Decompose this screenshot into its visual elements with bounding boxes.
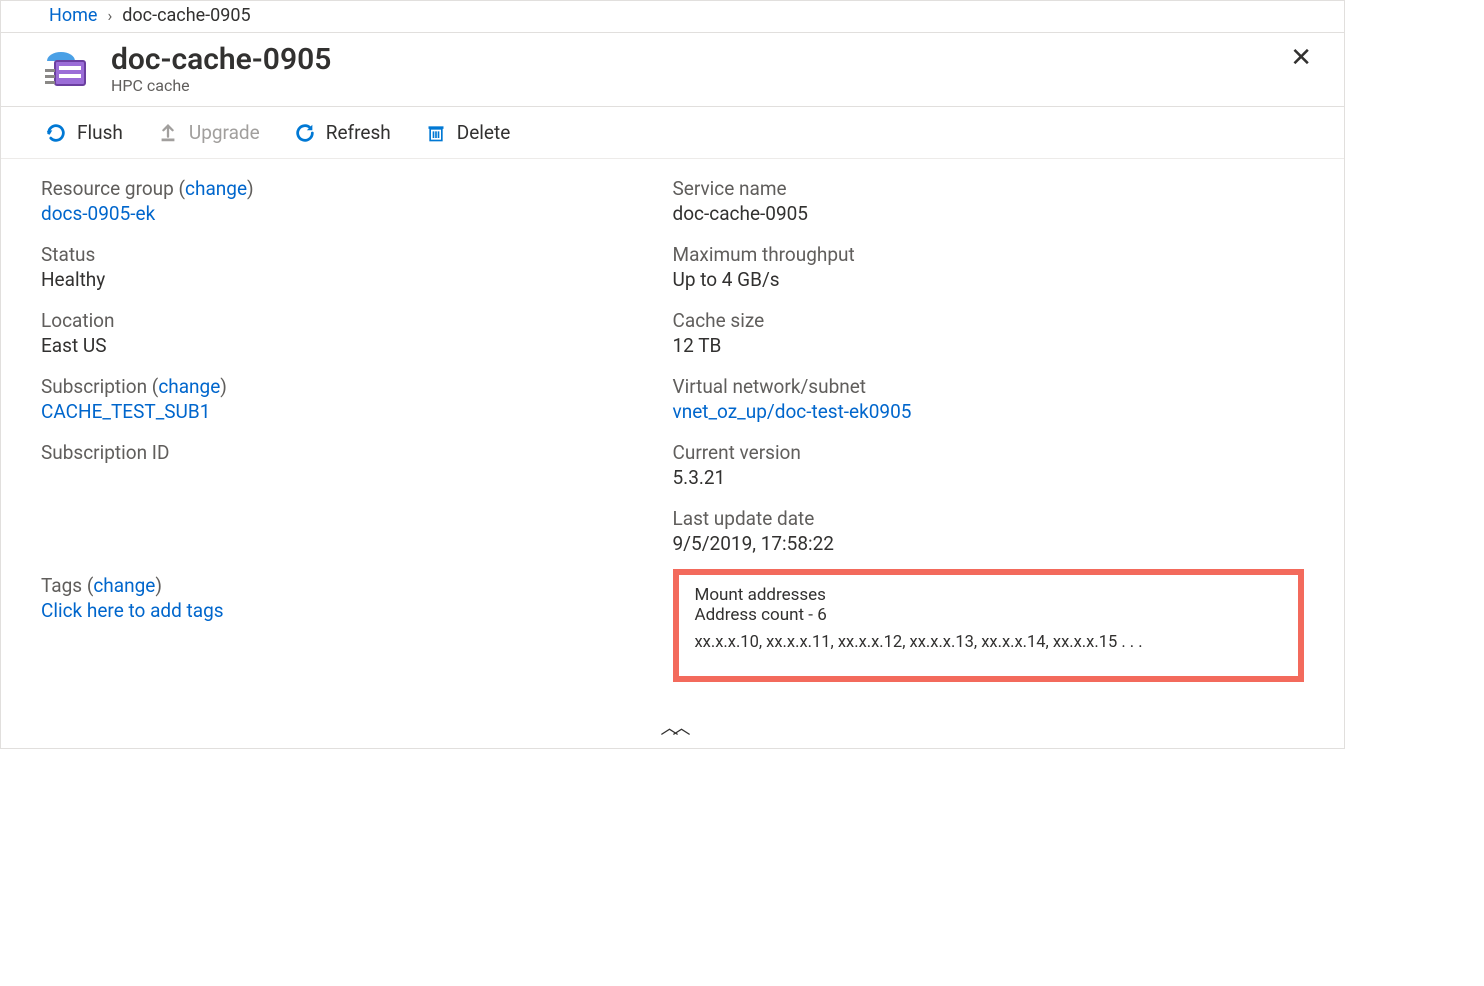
breadcrumb: Home › doc-cache-0905 — [1, 1, 1344, 33]
location-label: Location — [41, 309, 673, 332]
service-name-label: Service name — [673, 177, 1305, 200]
command-bar: Flush Upgrade Refresh Delete — [1, 107, 1344, 159]
resource-group-change-link[interactable]: change — [185, 177, 247, 200]
essentials-section: Resource group (change) docs-0905-ek Sta… — [1, 159, 1344, 712]
mount-addresses-list: xx.x.x.10, xx.x.x.11, xx.x.x.12, xx.x.x.… — [695, 633, 1283, 652]
upgrade-icon — [157, 122, 179, 144]
cache-size-value: 12 TB — [673, 334, 1305, 357]
close-button[interactable]: ✕ — [1284, 43, 1318, 73]
version-label: Current version — [673, 441, 1305, 464]
tags-entry: Tags (change) Click here to add tags — [41, 574, 673, 622]
vnet-label: Virtual network/subnet — [673, 375, 1305, 398]
essentials-left-column: Resource group (change) docs-0905-ek Sta… — [41, 177, 673, 682]
resource-group-value-link[interactable]: docs-0905-ek — [41, 202, 155, 225]
tags-change-link[interactable]: change — [93, 574, 155, 597]
service-name-value: doc-cache-0905 — [673, 202, 1305, 225]
status-label: Status — [41, 243, 673, 266]
delete-label: Delete — [457, 121, 511, 144]
mount-addresses-label: Mount addresses — [695, 585, 1283, 605]
refresh-icon — [294, 122, 316, 144]
subscription-entry: Subscription (change) CACHE_TEST_SUB1 — [41, 375, 673, 423]
cache-size-label: Cache size — [673, 309, 1305, 332]
location-entry: Location East US — [41, 309, 673, 357]
essentials-right-column: Service name doc-cache-0905 Maximum thro… — [673, 177, 1305, 682]
title-text: doc-cache-0905 HPC cache — [111, 44, 331, 95]
resource-overview-panel: Home › doc-cache-0905 doc-cache-0905 HPC… — [0, 0, 1345, 749]
collapse-essentials-toggle[interactable]: ︿︿ — [1, 712, 1344, 748]
last-update-entry: Last update date 9/5/2019, 17:58:22 — [673, 507, 1305, 555]
tags-label: Tags — [41, 574, 82, 597]
refresh-button[interactable]: Refresh — [294, 121, 391, 144]
breadcrumb-home-link[interactable]: Home — [49, 5, 97, 26]
throughput-value: Up to 4 GB/s — [673, 268, 1305, 291]
upgrade-button: Upgrade — [157, 121, 260, 144]
subscription-id-label: Subscription ID — [41, 441, 673, 464]
subscription-id-entry: Subscription ID — [41, 441, 673, 464]
mount-addresses-count: Address count - 6 — [695, 605, 1283, 625]
breadcrumb-current: doc-cache-0905 — [122, 5, 250, 26]
vnet-value-link[interactable]: vnet_oz_up/doc-test-ek0905 — [673, 400, 912, 423]
subscription-value-link[interactable]: CACHE_TEST_SUB1 — [41, 400, 210, 423]
upgrade-label: Upgrade — [189, 121, 260, 144]
refresh-label: Refresh — [326, 121, 391, 144]
page-title: doc-cache-0905 — [111, 44, 331, 76]
subscription-change-link[interactable]: change — [158, 375, 220, 398]
last-update-value: 9/5/2019, 17:58:22 — [673, 532, 1305, 555]
status-entry: Status Healthy — [41, 243, 673, 291]
subscription-label: Subscription — [41, 375, 147, 398]
cache-size-entry: Cache size 12 TB — [673, 309, 1305, 357]
vnet-entry: Virtual network/subnet vnet_oz_up/doc-te… — [673, 375, 1305, 423]
breadcrumb-separator: › — [107, 6, 112, 25]
hpc-cache-icon — [41, 43, 89, 96]
service-name-entry: Service name doc-cache-0905 — [673, 177, 1305, 225]
last-update-label: Last update date — [673, 507, 1305, 530]
flush-label: Flush — [77, 121, 123, 144]
resource-group-entry: Resource group (change) docs-0905-ek — [41, 177, 673, 225]
flush-button[interactable]: Flush — [45, 121, 123, 144]
throughput-label: Maximum throughput — [673, 243, 1305, 266]
version-entry: Current version 5.3.21 — [673, 441, 1305, 489]
title-bar: doc-cache-0905 HPC cache ✕ — [1, 33, 1344, 107]
resource-group-label: Resource group — [41, 177, 174, 200]
version-value: 5.3.21 — [673, 466, 1305, 489]
delete-icon — [425, 122, 447, 144]
title-left: doc-cache-0905 HPC cache — [41, 43, 331, 96]
mount-addresses-highlight: Mount addresses Address count - 6 xx.x.x… — [673, 569, 1305, 682]
location-value: East US — [41, 334, 673, 357]
throughput-entry: Maximum throughput Up to 4 GB/s — [673, 243, 1305, 291]
delete-button[interactable]: Delete — [425, 121, 511, 144]
add-tags-link[interactable]: Click here to add tags — [41, 599, 224, 622]
flush-icon — [45, 122, 67, 144]
status-value: Healthy — [41, 268, 673, 291]
page-subtitle: HPC cache — [111, 76, 331, 95]
